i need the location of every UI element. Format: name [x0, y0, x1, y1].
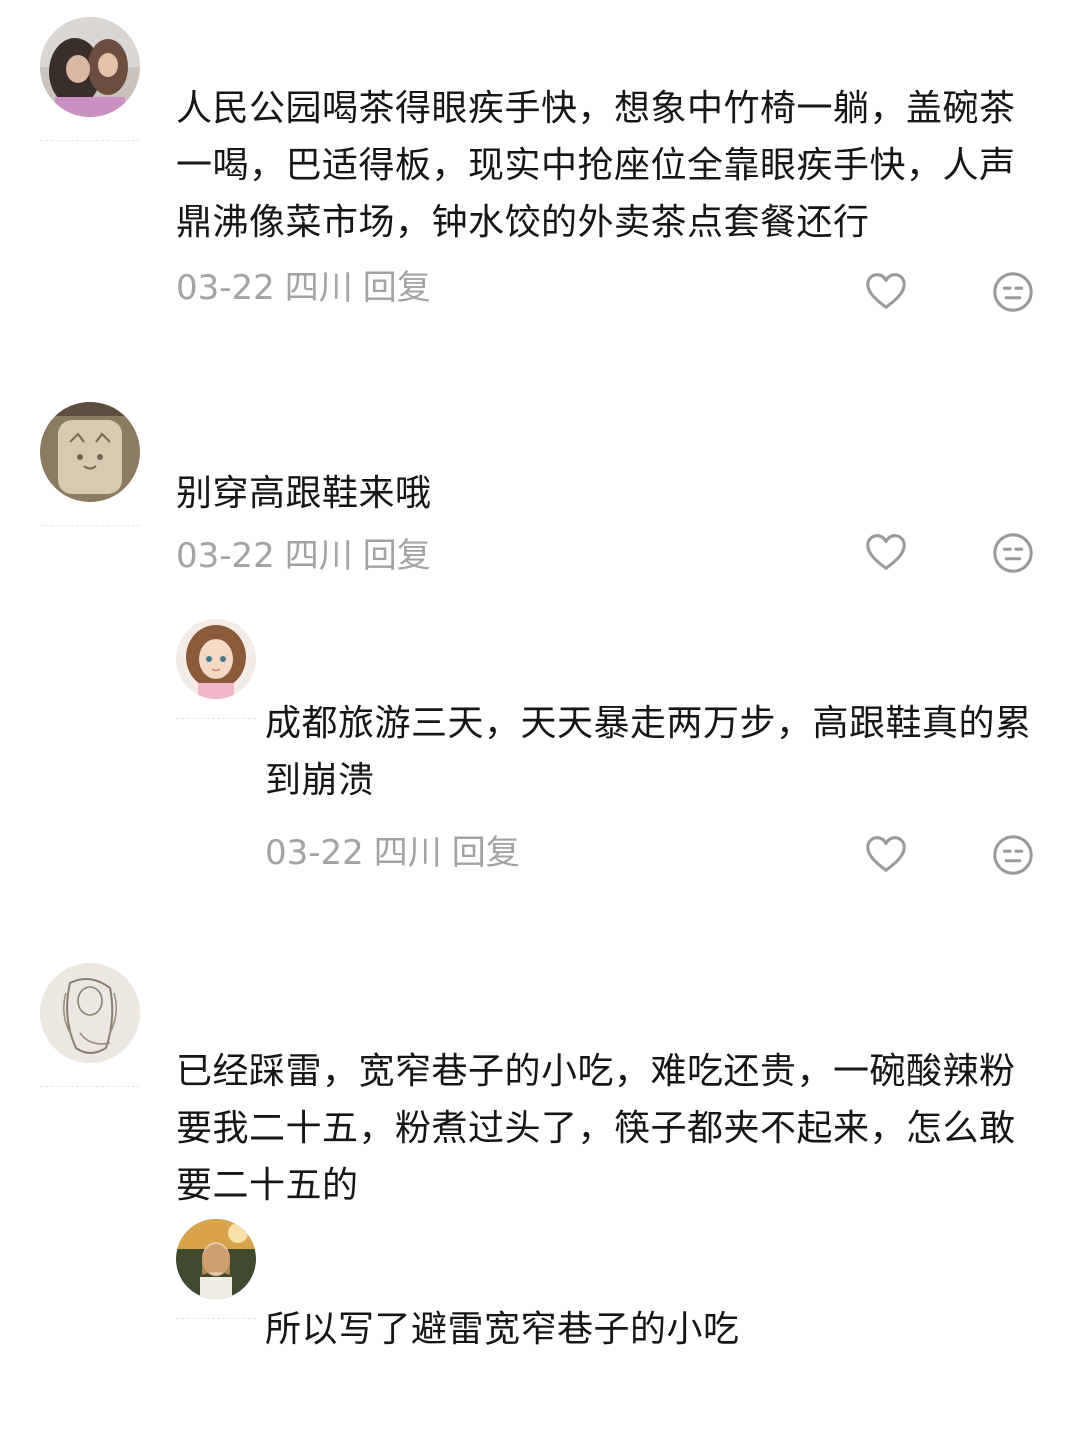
neutral-face-icon[interactable] [990, 269, 1036, 315]
reply-button[interactable]: 回复 [452, 833, 520, 873]
reply-avatar[interactable] [176, 1219, 256, 1299]
avatar-divider [40, 1086, 140, 1087]
reply-text: 所以写了避雷宽窄巷子的小吃 [265, 1309, 740, 1350]
avatar[interactable] [40, 963, 140, 1063]
avatar[interactable] [40, 402, 140, 502]
comment-text: 别穿高跟鞋来哦 [176, 473, 432, 514]
heart-outline-icon[interactable] [863, 831, 909, 877]
avatar-photo-icon [176, 1219, 256, 1299]
reply-date: 03-22 [265, 833, 364, 873]
comment-date: 03-22 [176, 536, 275, 576]
comment-location: 四川 [284, 536, 353, 576]
avatar-photo-icon [40, 963, 140, 1063]
neutral-face-icon[interactable] [990, 530, 1036, 576]
avatar-photo-icon [176, 619, 256, 699]
comment-location: 四川 [284, 268, 353, 308]
comment-meta: 03-22 四川 回复 [176, 536, 441, 576]
heart-outline-icon[interactable] [863, 529, 909, 575]
comment-meta: 03-22 四川 回复 [176, 268, 441, 308]
reply-meta: 03-22 四川 回复 [265, 833, 530, 873]
avatar-divider [176, 718, 256, 719]
neutral-face-icon[interactable] [990, 832, 1036, 878]
avatar-divider [40, 140, 140, 141]
avatar-photo-icon [40, 17, 140, 117]
reply-avatar[interactable] [176, 619, 256, 699]
comment-text: 已经踩雷，宽窄巷子的小吃，难吃还贵，一碗酸辣粉要我二十五，粉煮过头了，筷子都夹不… [176, 1051, 1016, 1206]
avatar[interactable] [40, 17, 140, 117]
reply-text: 成都旅游三天，天天暴走两万步，高跟鞋真的累到崩溃 [265, 703, 1032, 801]
avatar-divider [40, 525, 140, 526]
reply-button[interactable]: 回复 [363, 536, 431, 576]
reply-location: 四川 [373, 833, 442, 873]
avatar-divider [176, 1318, 256, 1319]
comment-text: 人民公园喝茶得眼疾手快，想象中竹椅一躺，盖碗茶一喝，巴适得板，现实中抢座位全靠眼… [176, 88, 1016, 243]
comment-date: 03-22 [176, 268, 275, 308]
reply-button[interactable]: 回复 [363, 268, 431, 308]
heart-outline-icon[interactable] [863, 268, 909, 314]
avatar-photo-icon [40, 402, 140, 502]
